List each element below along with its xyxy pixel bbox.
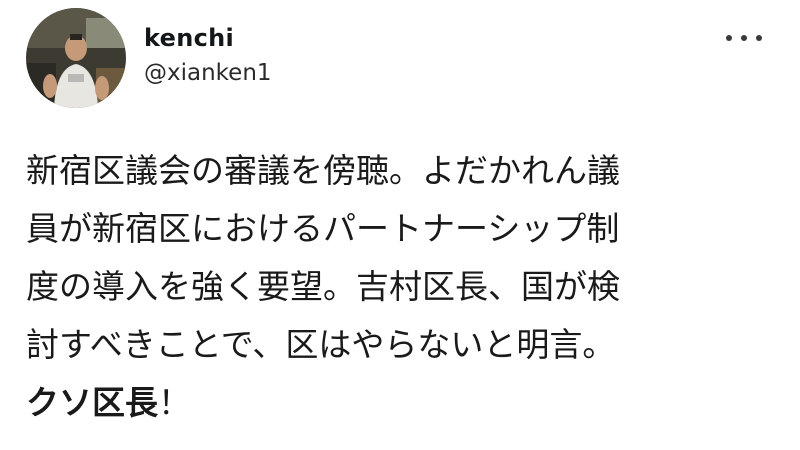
user-handle[interactable]: @xianken1 bbox=[144, 60, 272, 86]
tweet-line: 度の導入を強く要望。吉村区長、国が検 bbox=[26, 267, 620, 306]
tweet-card: kenchi @xianken1 新宿区議会の審議を傍聴。よだかれん議 員が新宿… bbox=[0, 0, 800, 450]
exclamation: ！ bbox=[158, 383, 191, 422]
profile-photo-icon bbox=[26, 8, 126, 108]
emphasis-text: クソ区長 bbox=[26, 383, 158, 422]
tweet-line: 員が新宿区におけるパートナーシップ制 bbox=[26, 209, 620, 248]
more-options-icon[interactable] bbox=[726, 26, 762, 50]
dot bbox=[741, 35, 747, 41]
tweet-line: 討すべきことで、区はやらないと明言。 bbox=[26, 325, 616, 364]
avatar[interactable] bbox=[26, 8, 126, 108]
tweet-line: 新宿区議会の審議を傍聴。よだかれん議 bbox=[26, 151, 620, 190]
tweet-text: 新宿区議会の審議を傍聴。よだかれん議 員が新宿区におけるパートナーシップ制 度の… bbox=[26, 142, 766, 432]
tweet-line-last: クソ区長！ bbox=[26, 374, 766, 432]
dot bbox=[726, 35, 732, 41]
dot bbox=[756, 35, 762, 41]
display-name[interactable]: kenchi bbox=[144, 24, 234, 52]
